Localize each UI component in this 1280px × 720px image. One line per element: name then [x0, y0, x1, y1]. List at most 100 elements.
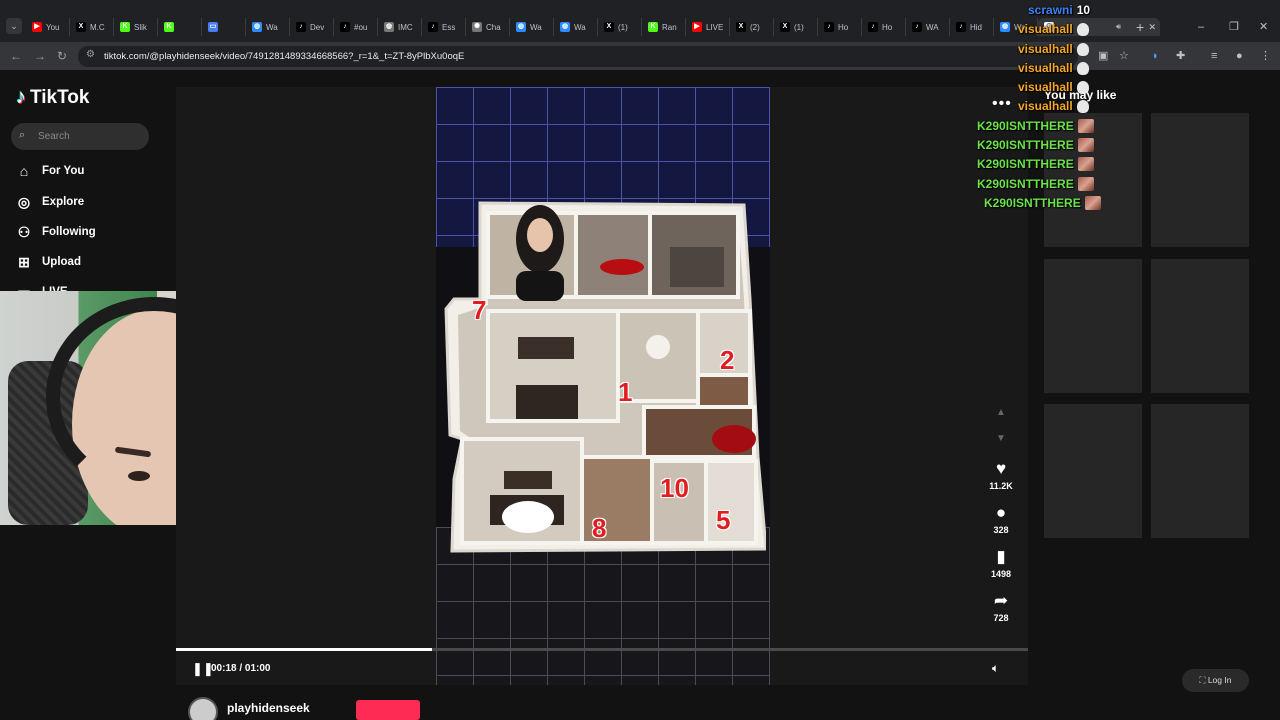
chat-username[interactable]: K290ISNTTHERE: [977, 119, 1074, 133]
chat-message: visualhall: [1018, 22, 1089, 36]
media-controls-icon[interactable]: ≡: [1211, 48, 1217, 64]
video-frame[interactable]: 7 2 1 10 8 5: [436, 87, 770, 685]
chat-username[interactable]: visualhall: [1018, 22, 1073, 36]
chat-message: visualhall: [1018, 80, 1089, 94]
nav-upload[interactable]: ⊞ Upload: [16, 252, 81, 272]
nav-for-you[interactable]: ⌂ For You: [16, 161, 85, 181]
author-avatar[interactable]: [188, 697, 218, 720]
browser-tab[interactable]: ♪ #ou: [334, 18, 378, 36]
nav-following[interactable]: ⚇ Following: [16, 222, 96, 242]
chat-username[interactable]: K290ISNTTHERE: [977, 157, 1074, 171]
recommended-video[interactable]: [1044, 259, 1142, 393]
browser-tab[interactable]: ◍ Wa: [554, 18, 598, 36]
chat-message: K290ISNTTHERE: [984, 196, 1101, 210]
minimize-button[interactable]: –: [1198, 18, 1204, 36]
video-progress-bar[interactable]: [176, 648, 1028, 651]
profile-icon[interactable]: ●: [1236, 48, 1243, 64]
tab-audio-icon[interactable]: 🔊︎: [1116, 22, 1121, 32]
globe-icon: ◍: [252, 22, 262, 32]
face-emote-icon: [1077, 157, 1094, 171]
volume-icon[interactable]: 🔈︎: [992, 661, 999, 676]
site-info-icon[interactable]: ⚙: [86, 49, 95, 60]
search-input[interactable]: ⌕ Search: [11, 123, 149, 150]
more-options-icon[interactable]: •••: [992, 95, 1012, 113]
browser-tab[interactable]: ♪ Dev: [290, 18, 334, 36]
close-window-button[interactable]: ✕: [1259, 18, 1268, 36]
recommended-video[interactable]: [1151, 259, 1249, 393]
extension-icon[interactable]: ◗: [1152, 48, 1159, 64]
forward-icon[interactable]: →: [34, 48, 46, 64]
search-placeholder: Search: [38, 131, 70, 142]
extensions-puzzle-icon[interactable]: ✚: [1176, 48, 1185, 64]
browser-tab[interactable]: ♪ Ess: [422, 18, 466, 36]
login-button[interactable]: ⛶ Log In: [1182, 669, 1249, 692]
install-app-icon[interactable]: ▣: [1098, 48, 1108, 64]
nav-label: Upload: [42, 256, 81, 268]
browser-tab[interactable]: ♪ Hid: [950, 18, 994, 36]
close-tab-icon[interactable]: ✕: [1148, 22, 1156, 33]
video-player[interactable]: 7 2 1 10 8 5 ••• ▲ ▼ ♥ 11.2K ● 328 ▮ 149…: [176, 87, 1028, 685]
upload-icon: ⊞: [18, 253, 30, 270]
address-bar[interactable]: ⚙ tiktok.com/@playhidenseek/video/749128…: [78, 46, 1078, 67]
back-icon[interactable]: ←: [10, 48, 22, 64]
share-button[interactable]: ➦ 728: [984, 591, 1018, 623]
chat-username[interactable]: K290ISNTTHERE: [977, 177, 1074, 191]
tab-search-button[interactable]: ⌄: [6, 18, 22, 34]
follow-button[interactable]: [356, 700, 420, 720]
browser-tab[interactable]: ✺ Cha: [466, 18, 510, 36]
kick-icon: K: [648, 22, 658, 32]
room-number-5: 5: [716, 505, 731, 535]
tiktok-note-icon: ♪: [16, 86, 26, 108]
previous-video-icon[interactable]: ▲: [996, 407, 1006, 418]
maximize-button[interactable]: ❐: [1229, 18, 1239, 36]
chat-username[interactable]: visualhall: [1018, 80, 1073, 94]
chat-username[interactable]: visualhall: [1018, 99, 1073, 113]
room-number-8: 8: [592, 513, 607, 543]
browser-tab[interactable]: ◍ IMC: [378, 18, 422, 36]
browser-tab[interactable]: ♪ Ho: [818, 18, 862, 36]
bookmark-icon: ▮: [996, 547, 1006, 566]
next-video-icon[interactable]: ▼: [996, 433, 1006, 444]
browser-tab[interactable]: K Ran: [642, 18, 686, 36]
browser-tab[interactable]: ▭: [202, 18, 246, 36]
chat-username[interactable]: visualhall: [1018, 42, 1073, 56]
browser-tab[interactable]: X (1): [598, 18, 642, 36]
like-button[interactable]: ♥ 11.2K: [984, 459, 1018, 491]
chat-username[interactable]: visualhall: [1018, 61, 1073, 75]
share-arrow-icon: ➦: [993, 591, 1009, 610]
kebab-menu-icon[interactable]: ⋮: [1260, 48, 1271, 64]
tab-title: Wa: [530, 22, 542, 32]
browser-tab[interactable]: X (1): [774, 18, 818, 36]
tab-title: (2): [750, 22, 760, 32]
chat-message: K290ISNTTHERE: [977, 138, 1094, 152]
browser-tab[interactable]: ▶ LIVE: [686, 18, 730, 36]
nav-explore[interactable]: ◎ Explore: [16, 192, 84, 212]
globe-icon: ◍: [384, 22, 394, 32]
tiktok-logo[interactable]: ♪ TikTok: [16, 86, 89, 109]
browser-tab[interactable]: X M.C: [70, 18, 114, 36]
chat-username[interactable]: K290ISNTTHERE: [977, 138, 1074, 152]
recommended-video[interactable]: [1151, 113, 1249, 247]
browser-tab[interactable]: X (2): [730, 18, 774, 36]
bookmark-star-icon[interactable]: ☆: [1119, 48, 1129, 64]
browser-tab[interactable]: K Slik: [114, 18, 158, 36]
tab-title: Dev: [310, 22, 325, 32]
chat-message: visualhall: [1018, 42, 1089, 56]
recommended-video[interactable]: [1151, 404, 1249, 538]
tab-title: Slik: [134, 22, 147, 32]
chat-username[interactable]: scrawni: [1028, 3, 1073, 17]
browser-tab[interactable]: ◍ Wa: [246, 18, 290, 36]
comment-button[interactable]: ● 328: [984, 503, 1018, 535]
browser-tab[interactable]: ▶ You: [26, 18, 70, 36]
new-tab-button[interactable]: +: [1136, 18, 1144, 36]
browser-tab[interactable]: ♪ WA: [906, 18, 950, 36]
reload-icon[interactable]: ↻: [57, 48, 67, 64]
save-button[interactable]: ▮ 1498: [984, 547, 1018, 579]
author-username[interactable]: playhidenseek: [227, 701, 310, 715]
browser-tab[interactable]: ◍ Wa: [510, 18, 554, 36]
tab-title: You: [46, 22, 60, 32]
browser-tab[interactable]: K: [158, 18, 202, 36]
browser-tab[interactable]: ♪ Ho: [862, 18, 906, 36]
recommended-video[interactable]: [1044, 404, 1142, 538]
chat-username[interactable]: K290ISNTTHERE: [984, 196, 1081, 210]
